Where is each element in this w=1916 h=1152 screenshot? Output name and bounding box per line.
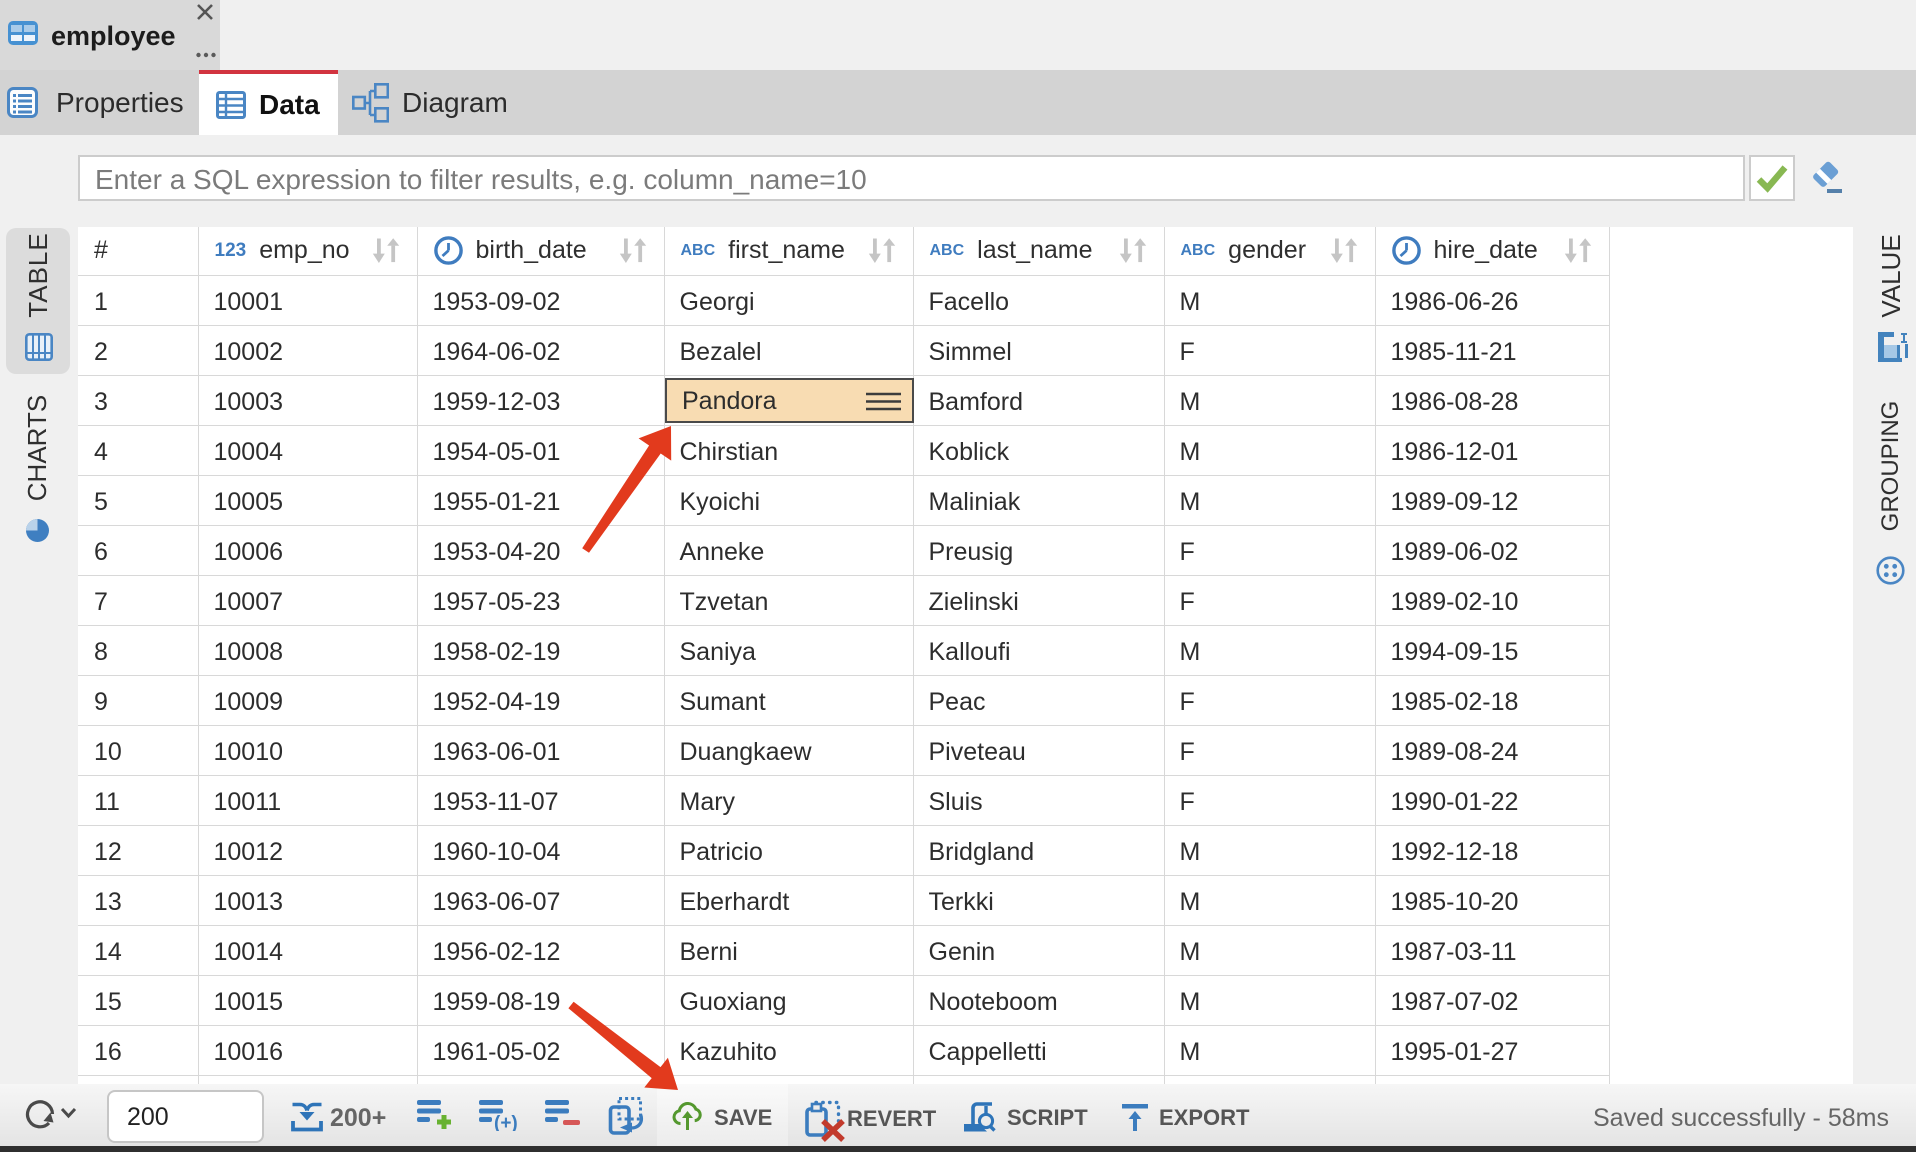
svg-text:(+): (+) (494, 1113, 518, 1131)
